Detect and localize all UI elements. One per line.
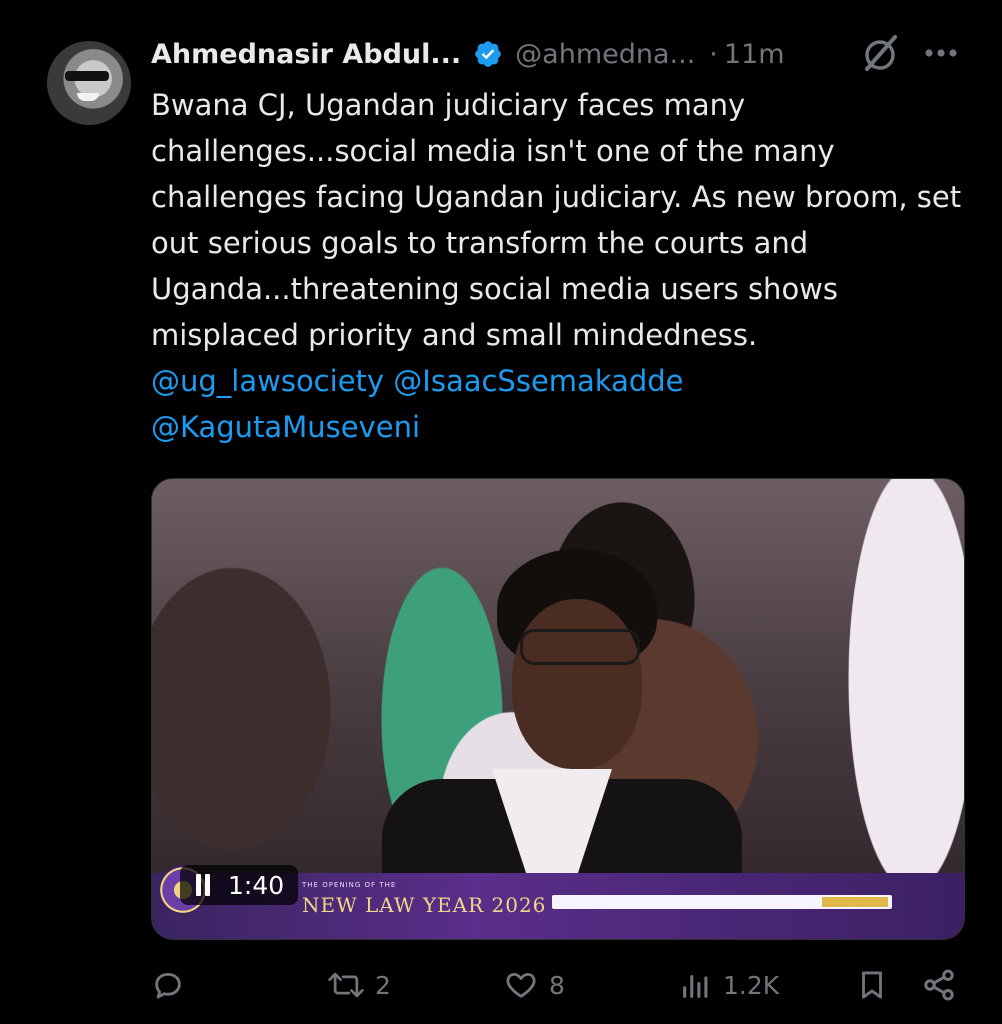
author-name[interactable]: Ahmednasir Abdul... [151,39,461,70]
share-button[interactable] [921,960,957,1010]
retweet-button[interactable]: 2 [327,960,391,1010]
bookmark-icon [855,967,889,1003]
heart-icon [503,968,539,1002]
like-button[interactable]: 8 [503,960,565,1010]
tweet-body: Bwana CJ, Ugandan judiciary faces many c… [151,82,971,450]
views-button[interactable]: 1.2K [679,960,779,1010]
tweet-mentions: @ug_lawsociety @IsaacSsemakadde @KagutaM… [151,358,971,450]
verified-badge-icon [473,39,503,69]
video-player[interactable]: THE OPENING OF THE NEW LAW YEAR 2026 1:4… [151,478,965,940]
banner-subtitle: THE OPENING OF THE [302,881,397,889]
avatar-glasses [65,71,109,81]
views-icon [679,968,713,1002]
video-subject-glasses [520,629,640,665]
separator-dot: · [709,38,718,70]
video-duration: 1:40 [228,870,285,900]
reply-icon [151,968,185,1002]
tweet[interactable]: Ahmednasir Abdul... @ahmedna... · 11m Bw… [0,0,1002,1024]
like-count: 8 [549,970,565,1000]
tweet-header: Ahmednasir Abdul... @ahmedna... · 11m [151,32,785,76]
tweet-text: Bwana CJ, Ugandan judiciary faces many c… [151,88,962,352]
timestamp[interactable]: 11m [724,39,785,70]
grok-icon[interactable] [858,33,902,73]
bookmark-button[interactable] [855,960,889,1010]
retweet-icon [327,968,365,1002]
banner-gold-block [822,897,888,907]
share-icon [921,967,957,1003]
playback-control[interactable]: 1:40 [180,865,299,905]
avatar[interactable] [47,41,131,125]
banner-title: NEW LAW YEAR 2026 [302,893,547,917]
mention-link[interactable]: @KagutaMuseveni [151,410,420,444]
pause-icon[interactable] [194,874,212,896]
mention-link[interactable]: @ug_lawsociety [151,364,384,398]
author-handle[interactable]: @ahmedna... [515,39,695,70]
retweet-count: 2 [375,970,391,1000]
views-count: 1.2K [723,970,780,1000]
avatar-smile [77,93,99,101]
more-icon[interactable] [918,38,964,68]
video-subject-face [512,599,642,769]
mention-link[interactable]: @IsaacSsemakadde [393,364,683,398]
reply-button[interactable] [151,960,195,1010]
action-bar: 2 8 1.2K [151,960,971,1010]
